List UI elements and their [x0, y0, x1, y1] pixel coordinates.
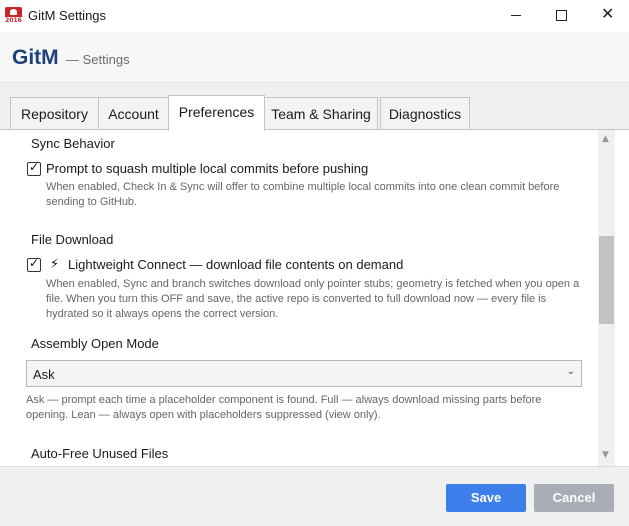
tab-repository[interactable]: Repository: [10, 97, 99, 129]
title-bar: 2016 GitM Settings ✕: [0, 0, 629, 32]
squash-option-label[interactable]: Prompt to squash multiple local commits …: [46, 161, 368, 176]
settings-header: GitM — Settings: [0, 32, 629, 83]
lightning-bolt-icon: ⚡: [50, 257, 60, 272]
scroll-up-icon[interactable]: ▲: [602, 134, 609, 144]
chevron-down-icon: ⌄: [566, 366, 575, 377]
scrollbar-thumb[interactable]: [599, 236, 614, 324]
app-icon-year: 2016: [5, 17, 22, 24]
lightweight-connect-checkbox[interactable]: ✓: [27, 256, 41, 272]
checkmark-icon: ✓: [29, 256, 40, 270]
brand-title: GitM: [12, 46, 59, 69]
tab-team-sharing[interactable]: Team & Sharing: [264, 97, 378, 129]
maximize-button[interactable]: [539, 0, 585, 31]
assembly-mode-description: Ask — prompt each time a placeholder com…: [26, 394, 542, 421]
tab-preferences[interactable]: Preferences: [168, 95, 265, 131]
tab-strip: Repository Account Preferences Team & Sh…: [0, 83, 629, 131]
cancel-button[interactable]: Cancel: [534, 484, 614, 512]
header-subtitle: — Settings: [66, 52, 130, 67]
close-icon: ✕: [601, 4, 615, 23]
dialog-footer: Save Cancel: [0, 466, 629, 526]
vertical-scrollbar[interactable]: ▲ ▼: [598, 130, 615, 466]
squash-checkbox[interactable]: ✓: [27, 160, 41, 176]
squash-description: When enabled, Check In & Sync will offer…: [46, 181, 560, 208]
tab-account[interactable]: Account: [98, 97, 169, 129]
maximize-icon: [556, 10, 567, 21]
tab-diagnostics[interactable]: Diagnostics: [380, 97, 470, 129]
lightweight-connect-description: When enabled, Sync and branch switches d…: [46, 278, 580, 320]
save-button[interactable]: Save: [446, 484, 526, 512]
checkmark-icon: ✓: [29, 160, 40, 174]
assembly-open-mode-value: Ask: [33, 367, 55, 382]
close-button[interactable]: ✕: [585, 0, 629, 31]
scroll-down-icon[interactable]: ▼: [602, 450, 609, 460]
download-section-title: File Download: [31, 232, 114, 247]
gitm-app-icon: 2016: [5, 7, 22, 24]
window-title: GitM Settings: [28, 8, 107, 23]
assembly-open-mode-select[interactable]: Ask ⌄: [26, 360, 582, 387]
sync-section-title: Sync Behavior: [31, 136, 115, 151]
minimize-icon: [511, 15, 521, 16]
lightweight-connect-label[interactable]: Lightweight Connect — download file cont…: [68, 257, 403, 272]
assembly-section-title: Assembly Open Mode: [31, 336, 159, 351]
minimize-button[interactable]: [493, 0, 539, 31]
preferences-panel: Sync Behavior ✓ Prompt to squash multipl…: [0, 130, 629, 466]
autofree-section-title: Auto-Free Unused Files: [31, 446, 169, 461]
